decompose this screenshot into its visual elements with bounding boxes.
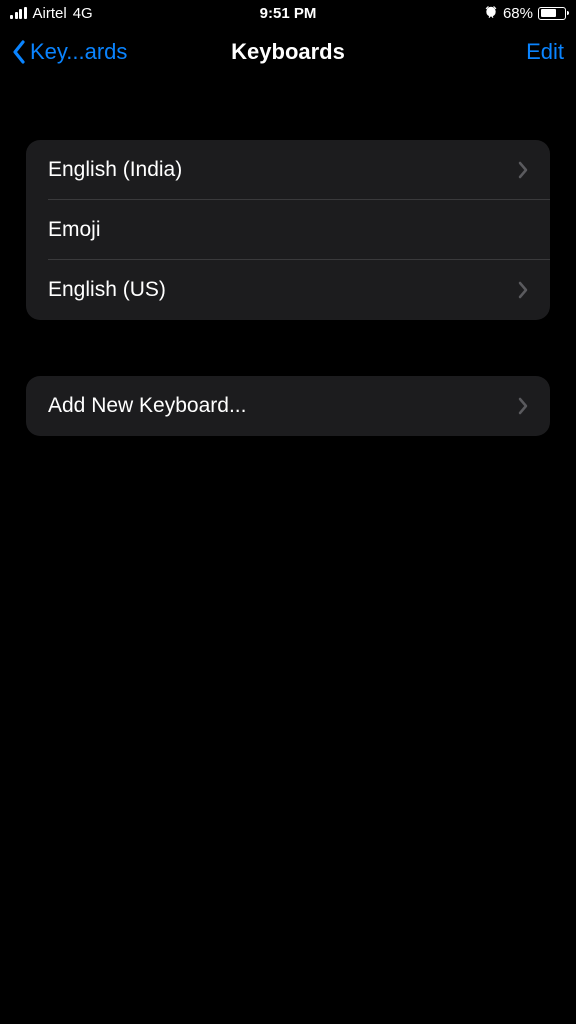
keyboard-row[interactable]: English (India) [26,140,550,200]
battery-icon [538,7,566,20]
keyboard-label: English (US) [48,278,166,302]
status-time: 9:51 PM [260,5,317,22]
content: English (India) Emoji English (US) Add New… [0,78,576,436]
network-label: 4G [73,5,93,22]
status-left: Airtel 4G [10,5,93,22]
back-button[interactable]: Key...ards [12,39,127,65]
nav-bar: Key...ards Keyboards Edit [0,26,576,78]
edit-button[interactable]: Edit [526,39,564,65]
cellular-signal-icon [10,7,27,19]
page-title: Keyboards [231,39,345,65]
chevron-right-icon [518,281,528,299]
keyboard-label: Emoji [48,218,101,242]
status-bar: Airtel 4G 9:51 PM 68% [0,0,576,26]
carrier-label: Airtel [33,5,67,22]
add-keyboard-label: Add New Keyboard... [48,394,246,418]
chevron-left-icon [12,40,26,64]
battery-percent: 68% [503,5,533,22]
battery-fill [541,9,557,17]
chevron-right-icon [518,397,528,415]
status-right: 68% [484,5,566,22]
back-label: Key...ards [30,39,127,65]
keyboard-row[interactable]: English (US) [26,260,550,320]
chevron-right-icon [518,161,528,179]
keyboards-group: English (India) Emoji English (US) [26,140,550,320]
keyboard-label: English (India) [48,158,182,182]
add-group: Add New Keyboard... [26,376,550,436]
add-keyboard-row[interactable]: Add New Keyboard... [26,376,550,436]
alarm-icon [484,5,498,22]
keyboard-row[interactable]: Emoji [26,200,550,260]
